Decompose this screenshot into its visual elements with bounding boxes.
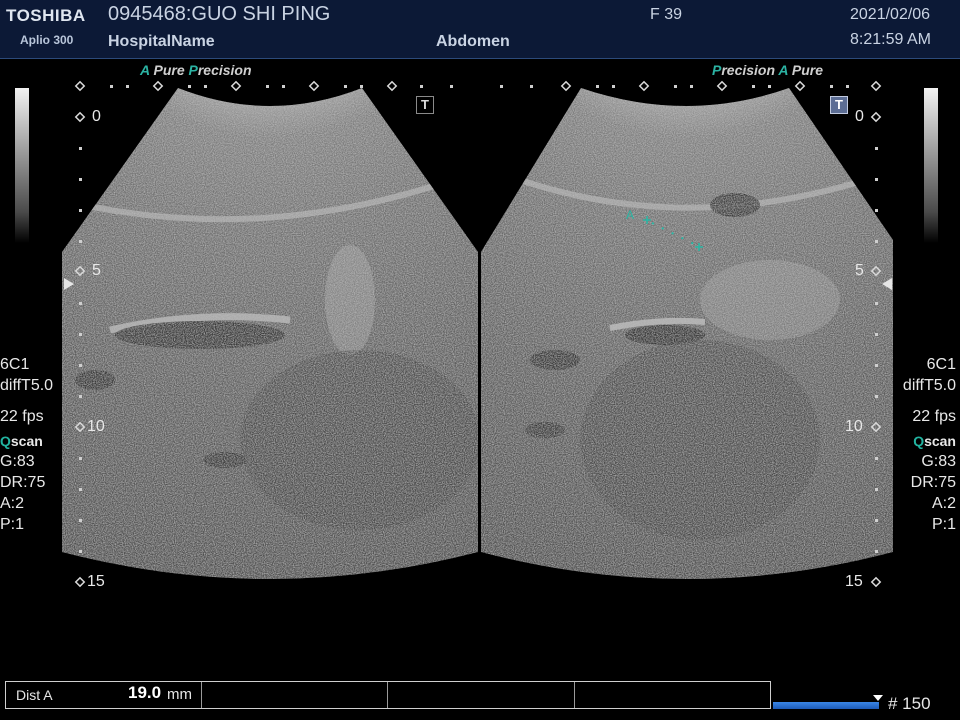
left-depth-5: 5 [92,262,101,279]
left-view-t-button[interactable]: T [416,96,434,114]
pp-pure-text: Pure [153,62,185,78]
left-pure-precision-label: A Pure Precision [140,62,252,78]
qscan-label: Qscan [903,431,956,451]
pp-pure-text: Pure [791,62,824,78]
right-depth-15: 15 [845,573,863,590]
qscan-text: scan [924,433,956,449]
p-value: P:1 [0,516,25,533]
pp-precision-text: recision [721,62,776,78]
pp-p-glyph: P [188,62,198,78]
dynamic-range-value: DR:75 [910,474,956,491]
pp-a-glyph: A [140,62,150,78]
dynamic-range-value: DR:75 [0,474,46,491]
qscan-q: Q [0,433,11,449]
left-depth-10: 10 [87,418,105,435]
a-value: A:2 [0,495,25,512]
caliper-label: A [626,208,634,222]
qscan-text: scan [10,433,43,449]
qscan-label: Qscan [0,431,53,451]
probe-type: 6C1 [926,356,956,373]
measurement-cell-3 [387,682,575,708]
top-scale-dots [110,85,849,88]
qscan-q: Q [913,433,925,449]
image-mode: diffT5.0 [902,377,956,394]
measurement-results-box: Dist A 19.0 mm [5,681,771,709]
image-mode: diffT5.0 [0,377,54,394]
top-scale-row [74,80,882,92]
right-grayscale-bar [924,88,938,243]
gain-value: G:83 [0,453,35,470]
frame-rate: 22 fps [912,408,956,425]
measurement-label: Dist A [16,687,53,703]
frame-rate: 22 fps [0,408,44,425]
right-depth-10: 10 [845,418,863,435]
measurement-unit: mm [167,686,192,703]
measurement-cell-2 [201,682,388,708]
right-focus-marker-icon[interactable] [882,278,892,290]
a-value: A:2 [931,495,956,512]
pp-p-glyph: P [712,62,722,78]
cine-progress-bar[interactable] [773,702,879,709]
left-depth-15: 15 [87,573,105,590]
right-pure-precision-label: Precision A Pure [712,62,823,78]
measurement-value: 19.0 [128,683,162,702]
right-param-panel: 6C1 diffT5.0 22 fps Qscan G:83 DR:75 A:2… [903,354,956,535]
right-depth-0: 0 [855,108,864,125]
gain-value: G:83 [921,453,956,470]
left-focus-marker-icon[interactable] [64,278,74,290]
cine-position-marker-icon[interactable] [873,695,883,701]
pp-a-glyph: A [778,62,789,78]
left-grayscale-bar [15,88,29,243]
ultrasound-image-area[interactable]: A [0,0,960,720]
cine-frame-count: # 150 [888,694,931,713]
right-view-t-button[interactable]: T [830,96,848,114]
pp-precision-text: recision [197,62,252,78]
left-sector-image [62,88,478,579]
right-depth-5: 5 [855,262,864,279]
right-sector-image [481,88,893,579]
p-value: P:1 [931,516,956,533]
left-depth-0: 0 [92,108,101,125]
left-param-panel: 6C1 diffT5.0 22 fps Qscan G:83 DR:75 A:2… [0,354,53,535]
probe-type: 6C1 [0,356,30,373]
